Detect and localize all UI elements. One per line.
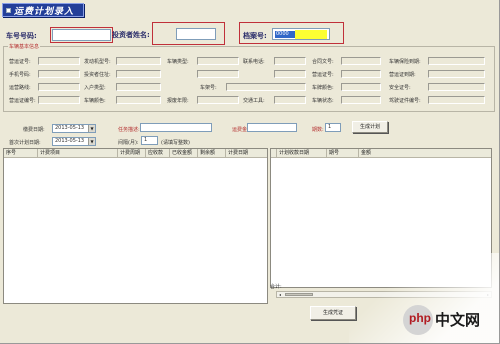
- field-value: [197, 70, 239, 78]
- field-label: 手机号码:: [9, 72, 31, 78]
- title-banner: 运费计划录入: [2, 3, 84, 17]
- field-value: [428, 57, 485, 65]
- field-value: [38, 83, 80, 91]
- field-label: 安全证号:: [389, 85, 411, 91]
- fee-items-grid[interactable]: 序号 计费项目 计费周期 应收款 已收金额 剩余额 计费日期: [3, 148, 268, 304]
- field-label: 驾驶证件编号:: [389, 98, 421, 104]
- period-input[interactable]: 1: [325, 123, 341, 132]
- field-label: 报废年限:: [167, 98, 189, 104]
- column-header[interactable]: 序号: [4, 149, 38, 158]
- field-label: 入户类型:: [84, 85, 106, 91]
- column-header[interactable]: 剩余额: [198, 149, 226, 158]
- field-value: [428, 96, 485, 104]
- field-label: 营运证号:: [312, 72, 334, 78]
- column-header[interactable]: 应收款: [146, 149, 170, 158]
- investor-highlight: [152, 22, 225, 45]
- field-label: 车辆颜色:: [84, 98, 106, 104]
- field-value: [38, 57, 80, 65]
- field-value: [197, 96, 239, 104]
- field-label: 营运证到期:: [389, 72, 416, 78]
- field-value: [341, 70, 381, 78]
- date-label: 缴费日期:: [23, 127, 45, 133]
- interval-label: 间隔(月):: [118, 140, 139, 146]
- scroll-left-icon[interactable]: ◂: [277, 292, 283, 297]
- field-value: [341, 83, 381, 91]
- field-label: 车辆类型:: [167, 59, 189, 65]
- field-value: [274, 57, 306, 65]
- generate-plan-button[interactable]: 生成计划: [352, 121, 388, 133]
- column-header[interactable]: 期号: [327, 149, 359, 158]
- column-header[interactable]: 计费项目: [38, 149, 118, 158]
- field-label: 投资者住址:: [84, 72, 111, 78]
- field-label: 车架号:: [200, 85, 217, 91]
- field-label: 营运证编号:: [9, 98, 36, 104]
- field-label: 车牌颜色:: [312, 85, 334, 91]
- watermark-text: 中文网: [435, 311, 481, 329]
- column-header[interactable]: 已收金额: [170, 149, 198, 158]
- field-label: 合同文号:: [312, 59, 334, 65]
- field-label: 交通工具:: [243, 98, 265, 104]
- field-value: [38, 96, 80, 104]
- plan-grid-header: 计划收款日期 期号 金额: [271, 149, 491, 158]
- total-label: 合计:: [270, 284, 282, 290]
- field-value: [116, 83, 161, 91]
- archive-highlight: [239, 22, 344, 44]
- chevron-down-icon[interactable]: ▼: [88, 125, 95, 132]
- car-no-highlight: [50, 27, 113, 43]
- field-label: 营运证号:: [9, 59, 31, 65]
- column-header[interactable]: 计费日期: [226, 149, 267, 158]
- field-value: [226, 83, 306, 91]
- app-title: 运费计划录入: [14, 6, 75, 17]
- period-label: 期数:: [312, 127, 324, 133]
- chevron-down-icon[interactable]: ▼: [88, 138, 95, 145]
- field-value: [116, 70, 161, 78]
- column-header[interactable]: 计费周期: [118, 149, 146, 158]
- field-label: 运营路线:: [9, 85, 31, 91]
- field-value: [428, 70, 485, 78]
- field-label: 发动机型号:: [84, 59, 111, 65]
- scroll-thumb[interactable]: [285, 293, 313, 296]
- field-label: 联系电话:: [243, 59, 265, 65]
- column-header[interactable]: 计划收款日期: [277, 149, 327, 158]
- car-no-label: 车号号码:: [6, 32, 37, 40]
- start-date-picker[interactable]: 2013-05-13 ▼: [52, 137, 96, 146]
- fee-grid-header: 序号 计费项目 计费周期 应收款 已收金额 剩余额 计费日期: [4, 149, 267, 158]
- interval-hint: (请填写整数): [161, 140, 190, 146]
- start-date-label: 首次计划日期:: [9, 140, 41, 146]
- vehicle-group-title: 车辆基本信息: [8, 43, 41, 50]
- field-value: [38, 70, 80, 78]
- site-watermark: php 中文网: [395, 295, 495, 341]
- field-value: [116, 96, 161, 104]
- field-value: [341, 96, 381, 104]
- task-label: 任务描述:: [118, 127, 140, 133]
- field-value: [197, 57, 239, 65]
- app-icon: [6, 7, 11, 13]
- field-label: 车辆保险到期:: [389, 59, 421, 65]
- field-value: [116, 57, 161, 65]
- interval-input[interactable]: 1: [141, 136, 158, 145]
- field-label: 车辆状态:: [312, 98, 334, 104]
- date-picker[interactable]: 2013-05-13 ▼: [52, 124, 96, 133]
- amount-input[interactable]: [247, 123, 297, 132]
- task-input[interactable]: [140, 123, 212, 132]
- field-value: [274, 96, 306, 104]
- field-value: [428, 83, 485, 91]
- column-header[interactable]: 金额: [359, 149, 491, 158]
- field-value: [274, 70, 306, 78]
- php-logo: php: [403, 305, 433, 335]
- investor-label: 投资者姓名:: [112, 31, 150, 39]
- field-value: [341, 57, 381, 65]
- main-window: 运费计划录入 车号号码: 投资者姓名: 档案号: 0000 车辆基本信息 营运证…: [0, 0, 500, 344]
